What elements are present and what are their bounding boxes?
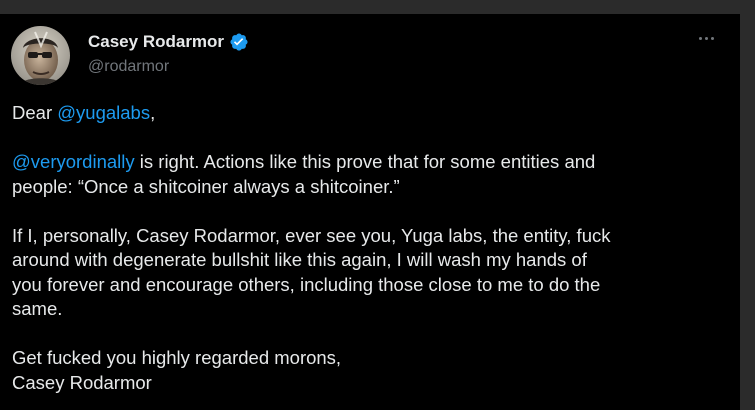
more-horizontal-icon bbox=[698, 36, 714, 40]
paragraph-3: If I, personally, Casey Rodarmor, ever s… bbox=[12, 224, 727, 322]
p2-line1-rest: is right. Actions like this prove that f… bbox=[134, 151, 596, 172]
author-display-name[interactable]: Casey Rodarmor bbox=[88, 31, 224, 53]
closing-signature: Casey Rodarmor bbox=[12, 371, 152, 393]
closing-line1: Get fucked you highly regarded morons, bbox=[12, 347, 342, 368]
p3-line4: same. bbox=[12, 298, 63, 319]
more-options-button[interactable] bbox=[690, 28, 722, 48]
p2-line2: people: “Once a shitcoiner always a shit… bbox=[12, 175, 400, 197]
tweet-card: Casey Rodarmor @rodarmor Dear @yugalabs,… bbox=[0, 14, 740, 410]
p3-line3: you forever and encourage others, includ… bbox=[12, 273, 601, 295]
p3-line1: If I, personally, Casey Rodarmor, ever s… bbox=[12, 224, 611, 246]
author-handle[interactable]: @rodarmor bbox=[88, 56, 169, 78]
closing: Get fucked you highly regarded morons, Ca… bbox=[12, 346, 727, 395]
greeting-suffix: , bbox=[150, 102, 156, 123]
tweet-text: Dear @yugalabs, @veryordinally is right.… bbox=[12, 101, 727, 395]
verified-badge-icon[interactable] bbox=[229, 32, 249, 52]
author-name-row[interactable]: Casey Rodarmor bbox=[88, 31, 249, 53]
mention-veryordinally[interactable]: @veryordinally bbox=[12, 151, 135, 172]
greeting-prefix: Dear bbox=[12, 102, 58, 123]
greeting-line: Dear @yugalabs, bbox=[12, 101, 727, 126]
p3-line2: around with degenerate bullshit like thi… bbox=[12, 249, 587, 270]
mention-yugalabs[interactable]: @yugalabs bbox=[57, 102, 150, 123]
paragraph-2: @veryordinally is right. Actions like th… bbox=[12, 150, 727, 199]
avatar[interactable] bbox=[11, 26, 70, 85]
